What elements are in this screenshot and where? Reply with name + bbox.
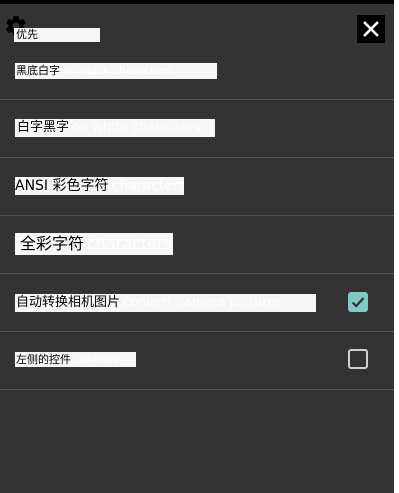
left-controls-checkbox[interactable] <box>348 349 368 369</box>
option-text: 黑底白字 <box>16 64 60 77</box>
option-row-full-color[interactable]: 全彩字符 characters <box>0 216 394 274</box>
option-row-ansi[interactable]: ANSI 彩色字符 characters <box>0 158 394 216</box>
close-icon <box>363 21 379 37</box>
option-label-full-color: 全彩字符 characters <box>15 233 173 255</box>
convert-camera-checkbox[interactable] <box>348 292 368 312</box>
option-label-convert-camera: 自动转换相机图片 convert camera pictures <box>15 294 316 312</box>
option-label-black-bg: 黑底白字 on black characters <box>15 63 217 79</box>
option-label-white-bg: 白字黑字 on white characters <box>15 119 215 137</box>
option-text: 全彩字符 <box>20 234 85 253</box>
option-row-black-bg[interactable]: 黑底白字 on black characters <box>0 42 394 100</box>
option-row-left-controls[interactable]: 左侧的控件 controls <box>0 332 394 390</box>
divider <box>0 389 394 390</box>
option-row-convert-camera[interactable]: 自动转换相机图片 convert camera pictures <box>0 274 394 332</box>
checkmark-icon <box>351 297 365 308</box>
option-ghost-text: on white characters <box>72 120 202 135</box>
option-ghost-text: controls <box>74 353 118 366</box>
option-ghost-text: convert camera pictures <box>123 295 283 310</box>
page-title: 优先 <box>14 28 100 42</box>
option-text: 白字黑字 <box>17 120 70 135</box>
option-text: 自动转换相机图片 <box>16 295 121 310</box>
option-row-white-bg[interactable]: 白字黑字 on white characters <box>0 100 394 158</box>
preferences-panel: 优先 黑底白字 on black characters 白字黑字 on white … <box>0 4 394 493</box>
option-label-left-controls: 左侧的控件 controls <box>15 352 136 367</box>
option-text: ANSI 彩色字符 <box>15 178 109 194</box>
option-ghost-text: on black characters <box>63 64 172 77</box>
option-ghost-text: characters <box>87 234 172 253</box>
option-label-ansi: ANSI 彩色字符 characters <box>15 177 184 195</box>
close-button[interactable] <box>357 15 385 43</box>
preferences-screen: 优先 黑底白字 on black characters 白字黑字 on white … <box>0 0 399 493</box>
option-text: 左侧的控件 <box>16 353 71 366</box>
option-ghost-text: characters <box>111 178 184 194</box>
